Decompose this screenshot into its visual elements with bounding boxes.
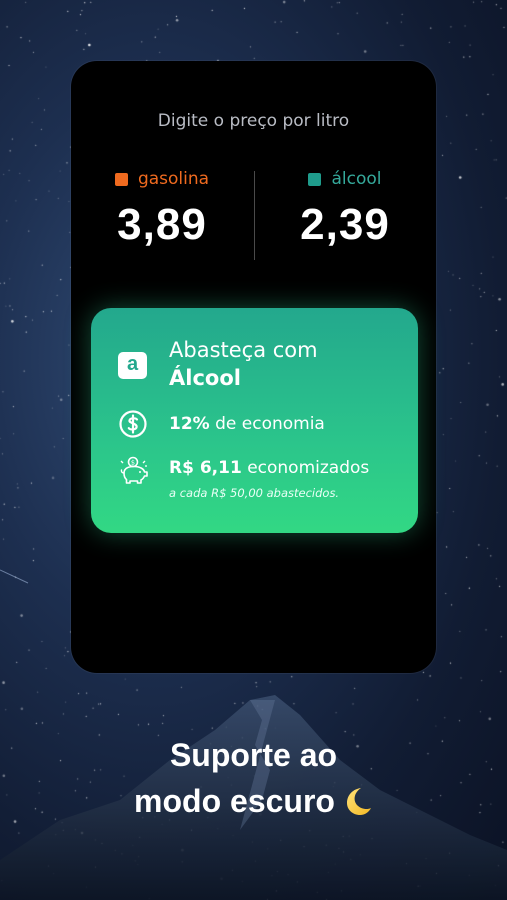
savings-note: a cada R$ 50,00 abastecidos. (169, 486, 340, 500)
price-calculator-card: Digite o preço por litro gasolina 3,89 á… (71, 61, 436, 673)
gasoline-column: gasolina 3,89 (71, 169, 253, 250)
recommendation-title: Abasteça com (169, 338, 318, 362)
gasoline-label: gasolina (114, 169, 210, 189)
savings-text: economizados (247, 458, 370, 478)
alcohol-label-text: álcool (331, 169, 382, 189)
gasoline-swatch-icon (114, 172, 128, 186)
economy-percent: 12% (169, 414, 210, 434)
economy-text: de economia (215, 414, 325, 434)
fuel-badge-icon: a (118, 352, 147, 379)
alcohol-label: álcool (308, 169, 382, 189)
caption-line-1: Suporte ao (169, 737, 338, 773)
price-prompt: Digite o preço por litro (157, 111, 350, 131)
recommended-fuel: Álcool (169, 366, 241, 390)
gasoline-label-text: gasolina (137, 169, 210, 189)
alcohol-price-input[interactable]: 2,39 (254, 200, 436, 250)
alcohol-swatch-icon (308, 172, 322, 186)
caption-line-2-wrapper: modo escuro (0, 778, 507, 824)
crescent-moon-icon (346, 788, 371, 815)
alcohol-column: álcool 2,39 (254, 169, 436, 250)
gasoline-price-input[interactable]: 3,89 (71, 200, 253, 250)
savings-value: R$ 6,11 (169, 458, 242, 478)
svg-text:$: $ (131, 459, 135, 467)
dollar-coin-icon (119, 410, 147, 438)
recommendation-panel: a Abasteça com Álcool 12% de economia $ … (91, 308, 418, 533)
piggy-bank-icon: $ (120, 456, 148, 484)
economy-line: 12% de economia (169, 414, 325, 434)
caption-line-2: modo escuro (134, 783, 335, 819)
promo-caption: Suporte ao modo escuro (0, 732, 507, 824)
savings-line: R$ 6,11 economizados (169, 458, 369, 478)
